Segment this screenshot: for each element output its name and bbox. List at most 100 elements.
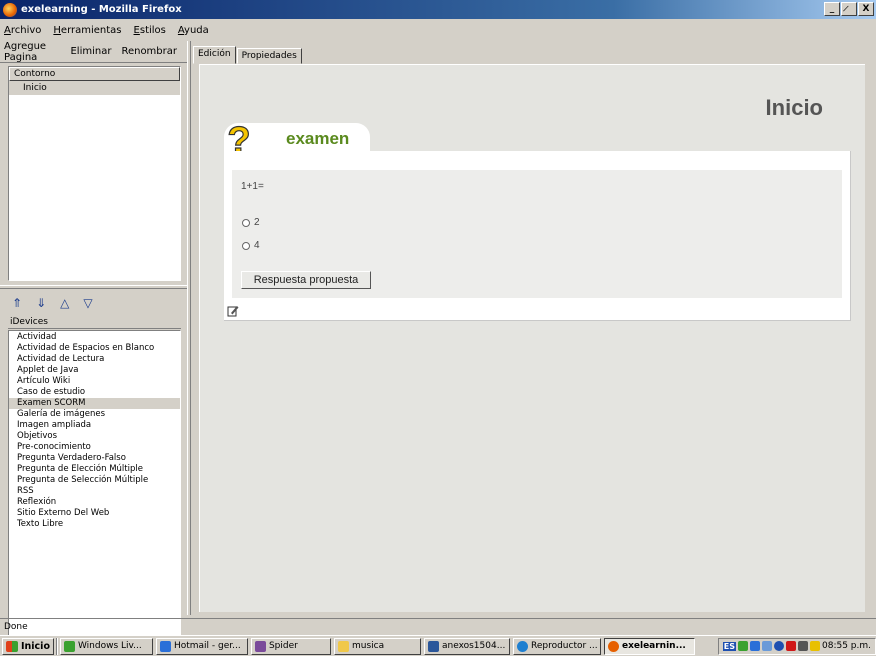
taskbar-button-hotmail[interactable]: Hotmail - ger...	[155, 637, 248, 655]
delete-page-button[interactable]: Eliminar	[70, 46, 111, 57]
clock: 08:55 p.m.	[822, 641, 871, 651]
menu-archivo[interactable]: Archivo	[4, 25, 41, 36]
ie-icon	[159, 640, 171, 652]
option-label: 4	[254, 240, 260, 251]
task-label: exelearnin...	[621, 641, 686, 651]
add-page-button[interactable]: Agregue Pagina	[4, 41, 60, 63]
idevice-item[interactable]: Pregunta de Selección Múltiple	[9, 475, 180, 486]
idevice-item[interactable]: Applet de Java	[9, 365, 180, 376]
taskbar-button-exelearning[interactable]: exelearnin...	[603, 637, 695, 655]
option-row[interactable]: 4	[242, 240, 260, 251]
page-title: Inicio	[765, 95, 823, 120]
option-row[interactable]: 2	[242, 217, 260, 228]
network-icon[interactable]	[750, 641, 760, 651]
move-down-icon[interactable]: ▽	[83, 296, 92, 310]
word-icon	[427, 640, 439, 652]
idevice-item[interactable]: Actividad de Espacios en Blanco	[9, 343, 180, 354]
idevice-card: 1+1= 2 4 Respuesta propuesta	[224, 151, 851, 321]
close-button[interactable]: X	[858, 2, 874, 16]
outline-header[interactable]: Contorno	[9, 67, 180, 81]
task-label: Hotmail - ger...	[173, 641, 241, 651]
taskbar-button-anexos[interactable]: anexos1504...	[423, 637, 510, 655]
idevice-item[interactable]: Pregunta Verdadero-Falso	[9, 453, 180, 464]
idevice-item[interactable]: Imagen ampliada	[9, 420, 180, 431]
taskbar: Inicio Windows Liv... Hotmail - ger... S…	[0, 635, 876, 656]
idevice-item[interactable]: RSS	[9, 486, 180, 497]
outline-node-inicio[interactable]: Inicio	[9, 81, 180, 95]
rename-page-button[interactable]: Renombrar	[121, 46, 177, 57]
window-title-bar: exelearning - Mozilla Firefox _ ̷ X	[0, 0, 876, 19]
minimize-button[interactable]: _	[824, 2, 840, 16]
status-bar: Done	[0, 618, 876, 634]
outline-move-toolbar: ⇑ ⇓ △ ▽	[8, 293, 181, 313]
idevice-item[interactable]: Actividad	[9, 332, 180, 343]
promote-arrow-icon[interactable]: ⇑	[12, 296, 22, 310]
taskbar-button-windows-live[interactable]: Windows Liv...	[59, 637, 153, 655]
taskbar-separator	[55, 637, 58, 655]
taskbar-button-musica[interactable]: musica	[333, 637, 421, 655]
task-label: Windows Liv...	[77, 641, 142, 651]
idevice-item[interactable]: Texto Libre	[9, 519, 180, 530]
taskbar-button-spider[interactable]: Spider	[250, 637, 331, 655]
tab-propiedades[interactable]: Propiedades	[236, 48, 302, 64]
window-controls: _ ̷ X	[824, 2, 874, 16]
sync-icon[interactable]	[762, 641, 772, 651]
vertical-splitter[interactable]	[187, 41, 191, 615]
option-label: 2	[254, 217, 260, 228]
idevices-list: Actividad Actividad de Espacios en Blanc…	[8, 330, 181, 652]
idevices-header: iDevices	[8, 316, 181, 329]
task-label: musica	[351, 641, 385, 651]
task-label: Reproductor ...	[530, 641, 598, 651]
idevice-item[interactable]: Galería de imágenes	[9, 409, 180, 420]
window-title: exelearning - Mozilla Firefox	[21, 4, 182, 15]
menu-estilos[interactable]: Estilos	[134, 25, 166, 36]
idevice-item[interactable]: Artículo Wiki	[9, 376, 180, 387]
page-editor: Inicio ? examen 1+1= 2 4 Respuesta propu…	[199, 64, 865, 612]
language-indicator[interactable]: ES	[722, 641, 736, 651]
radio-button[interactable]	[242, 218, 250, 227]
messenger-tray-icon[interactable]	[738, 641, 748, 651]
panel-splitter[interactable]	[0, 285, 187, 289]
idevice-item[interactable]: Pre-conocimiento	[9, 442, 180, 453]
tab-edicion[interactable]: Edición	[193, 46, 236, 64]
volume-icon[interactable]	[798, 641, 808, 651]
maximize-button[interactable]: ̷	[841, 2, 857, 16]
start-button[interactable]: Inicio	[2, 637, 54, 655]
spider-icon	[254, 640, 266, 652]
media-player-icon	[516, 640, 528, 652]
idevice-item[interactable]: Actividad de Lectura	[9, 354, 180, 365]
demote-arrow-icon[interactable]: ⇓	[36, 296, 46, 310]
firefox-icon	[3, 2, 17, 17]
menu-ayuda[interactable]: Ayuda	[178, 25, 209, 36]
start-label: Inicio	[21, 640, 50, 652]
proposed-answer-button[interactable]: Respuesta propuesta	[241, 271, 371, 289]
idevice-item[interactable]: Pregunta de Elección Múltiple	[9, 464, 180, 475]
outline-tree[interactable]: Contorno Inicio	[8, 66, 181, 281]
antivirus-icon[interactable]	[786, 641, 796, 651]
idevice-title: examen	[286, 129, 350, 148]
left-panel: Agregue Pagina Eliminar Renombrar Contor…	[0, 41, 187, 652]
menu-bar: Archivo Herramientas Estilos Ayuda	[0, 19, 876, 41]
editor-tabs: Edición Propiedades	[193, 46, 303, 64]
idevice-item[interactable]: Objetivos	[9, 431, 180, 442]
idevice-item[interactable]: Caso de estudio	[9, 387, 180, 398]
edit-pencil-icon[interactable]	[227, 305, 239, 317]
move-up-icon[interactable]: △	[60, 296, 69, 310]
battery-icon[interactable]	[810, 641, 820, 651]
messenger-icon	[63, 640, 75, 652]
taskbar-button-reproductor[interactable]: Reproductor ...	[512, 637, 601, 655]
idevice-item-selected[interactable]: Examen SCORM	[9, 398, 180, 409]
idevice-item[interactable]: Reflexión	[9, 497, 180, 508]
outline-toolbar: Agregue Pagina Eliminar Renombrar	[0, 41, 187, 63]
task-label: anexos1504...	[441, 641, 506, 651]
system-tray: ES 08:55 p.m.	[717, 637, 876, 655]
menu-herramientas[interactable]: Herramientas	[53, 25, 121, 36]
update-icon[interactable]	[774, 641, 784, 651]
folder-icon	[337, 640, 349, 652]
task-label: Spider	[268, 641, 298, 651]
firefox-icon	[607, 640, 619, 652]
question-text: 1+1=	[241, 181, 264, 192]
windows-logo-icon	[6, 640, 18, 652]
idevice-item[interactable]: Sitio Externo Del Web	[9, 508, 180, 519]
radio-button[interactable]	[242, 241, 250, 250]
